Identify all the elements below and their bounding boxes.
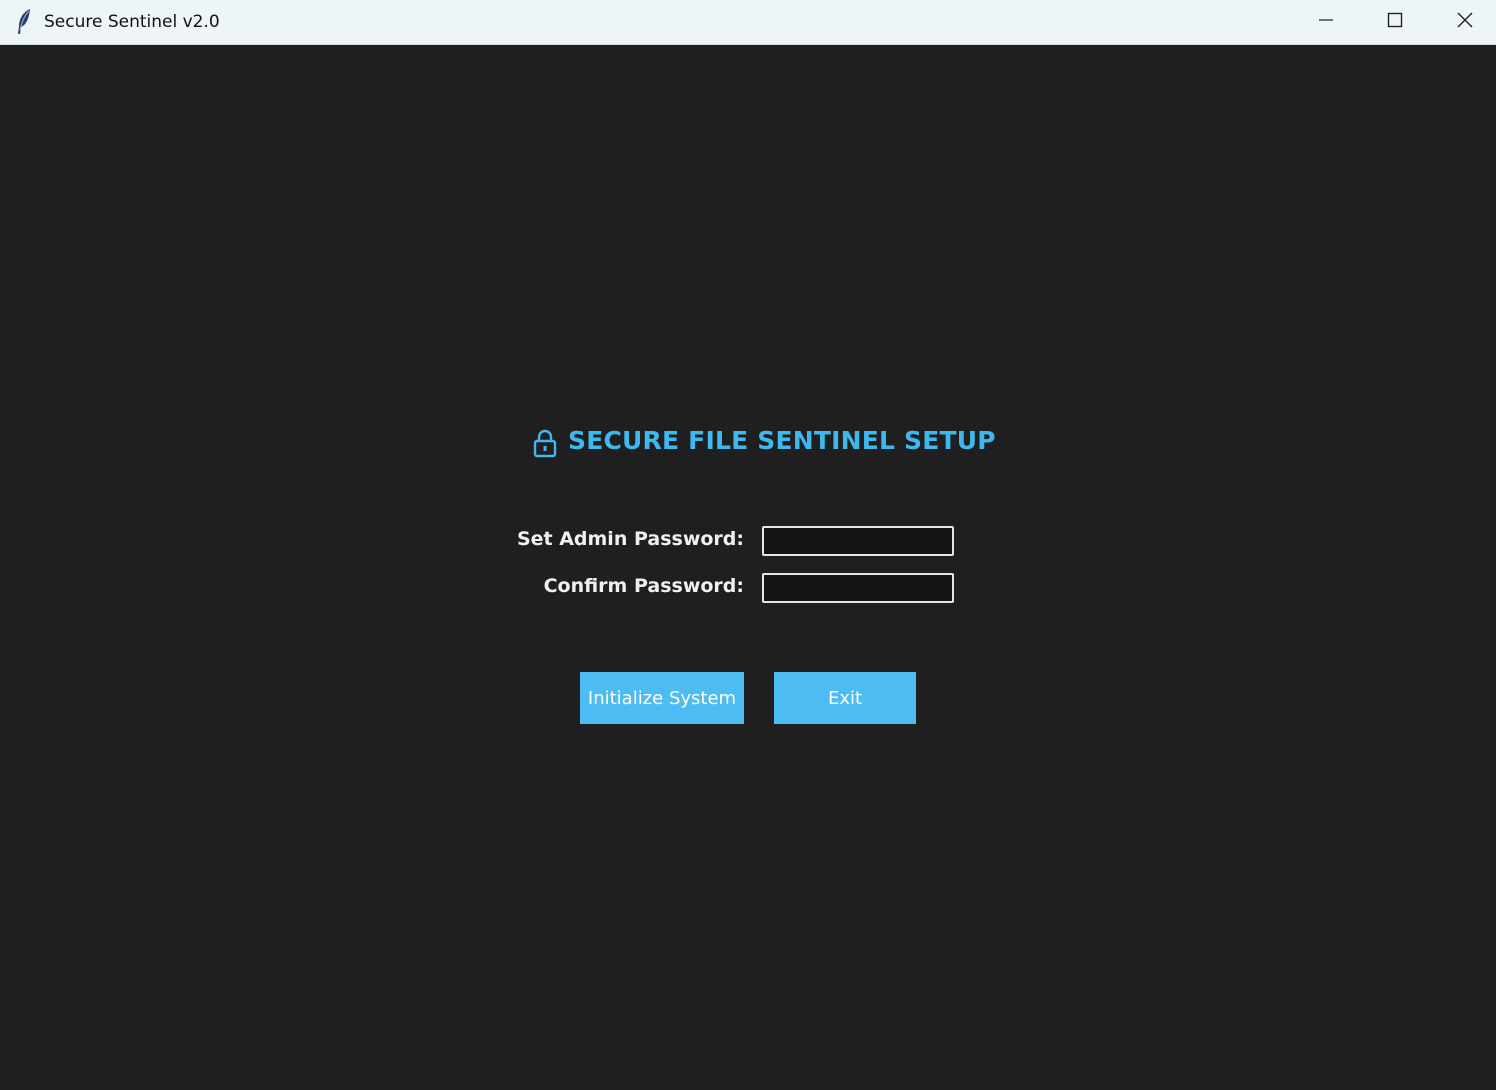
- setup-heading: SECURE FILE SENTINEL SETUP: [532, 420, 996, 460]
- lock-icon: [532, 428, 558, 458]
- close-button[interactable]: [1430, 0, 1496, 44]
- setup-panel: SECURE FILE SENTINEL SETUP Set Admin Pas…: [0, 45, 1496, 1090]
- window-title: Secure Sentinel v2.0: [44, 12, 220, 32]
- initialize-system-button[interactable]: Initialize System: [580, 672, 744, 724]
- minimize-button[interactable]: [1291, 0, 1361, 44]
- confirm-password-field[interactable]: [762, 573, 954, 603]
- feather-icon: [14, 8, 34, 36]
- maximize-icon: [1387, 12, 1403, 32]
- close-icon: [1457, 12, 1473, 32]
- minimize-icon: [1318, 12, 1334, 32]
- exit-button[interactable]: Exit: [774, 672, 916, 724]
- title-bar[interactable]: Secure Sentinel v2.0: [0, 0, 1496, 45]
- page-title: SECURE FILE SENTINEL SETUP: [568, 425, 996, 455]
- confirm-password-label: Confirm Password:: [543, 575, 744, 597]
- app-window: Secure Sentinel v2.0 SECURE FILE SENTINE…: [0, 0, 1496, 1090]
- admin-password-field[interactable]: [762, 526, 954, 556]
- admin-password-label: Set Admin Password:: [516, 528, 744, 550]
- maximize-button[interactable]: [1360, 0, 1430, 44]
